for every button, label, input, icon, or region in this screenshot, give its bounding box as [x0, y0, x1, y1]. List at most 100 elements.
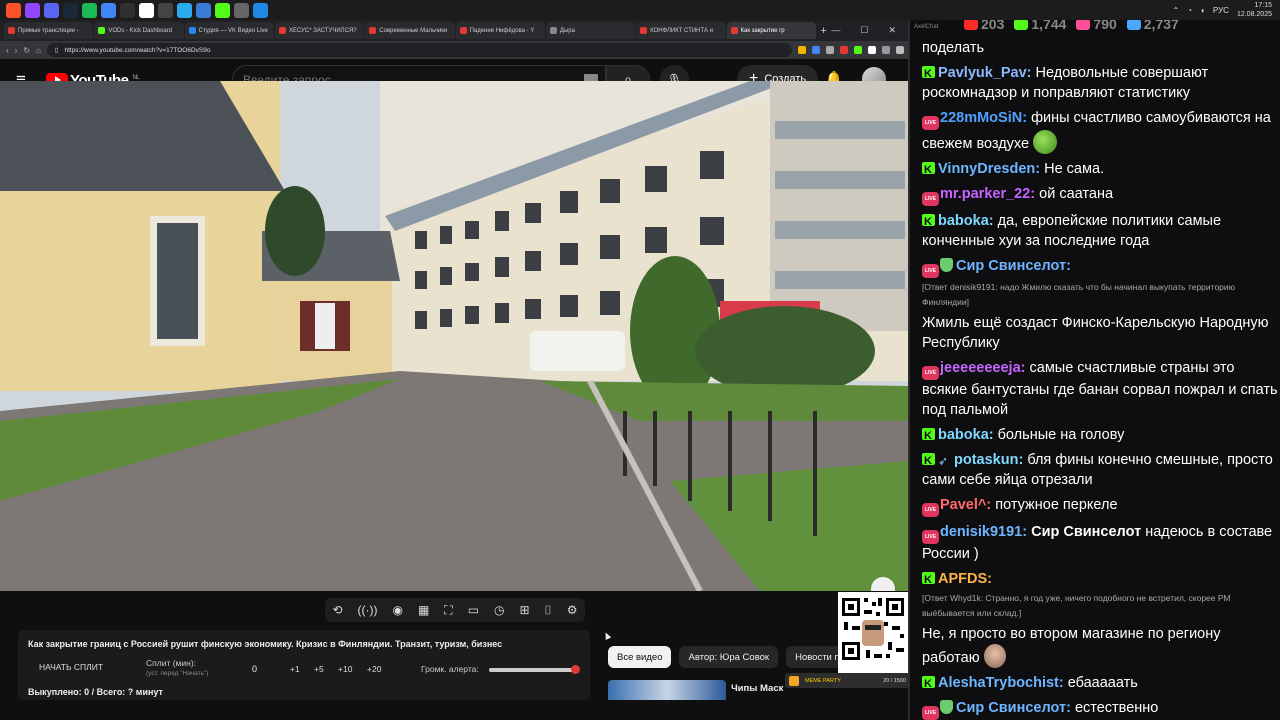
increment-button[interactable]: +5 — [314, 664, 324, 674]
chat-message-text: естественно — [1074, 700, 1159, 716]
chat-message-text: Жмиль ещё создаст Финско-Карельскую Наро… — [922, 315, 1269, 351]
increment-button[interactable]: +20 — [367, 664, 381, 674]
chat-username[interactable]: baboka: — [938, 213, 994, 229]
extension-icon[interactable] — [812, 46, 820, 54]
chat-username[interactable]: denisik9191: — [940, 524, 1027, 540]
chat-username[interactable]: potaskun: — [954, 452, 1023, 468]
telegram-icon[interactable] — [177, 2, 192, 18]
audio-icon[interactable]: ((·)) — [358, 603, 378, 617]
chat-message-text: Не, я просто во втором магазине по регио… — [922, 626, 1221, 666]
browser-tab[interactable]: ХЕСУС* ЗАСТУЧИЛСЯ? — [274, 22, 365, 39]
new-tab-button[interactable]: + — [817, 25, 831, 37]
kick-icon[interactable] — [215, 2, 230, 18]
tab-label: Дыра — [559, 27, 575, 34]
twitch-icon[interactable] — [25, 2, 40, 18]
browser-tab[interactable]: КОНФЛИКТ СТИНТА и — [636, 22, 726, 39]
chat-username[interactable]: AleshaTrybochist: — [938, 675, 1064, 691]
chat-message: AleshaTrybochist: ебааааать — [922, 673, 1278, 694]
tab-label: Как закрытие гр — [740, 27, 785, 34]
extension-icon[interactable] — [826, 46, 834, 54]
tab-label: Студия — VK Видео Live — [198, 27, 268, 34]
tray-language[interactable]: РУС — [1213, 6, 1229, 15]
recommended-title[interactable]: Чипы Маск — [731, 683, 783, 694]
chat-username[interactable]: APFDS: — [938, 571, 992, 587]
recommended-thumbnail[interactable] — [608, 680, 726, 700]
screenshot-icon[interactable]: ⌷ — [545, 603, 552, 618]
kick-badge-icon — [922, 160, 935, 180]
back-icon[interactable]: ‹ — [6, 46, 9, 55]
media-icon[interactable] — [196, 2, 211, 18]
start-split-button[interactable]: НАЧАТЬ СПЛИТ — [28, 662, 114, 676]
maximize-icon[interactable]: ☐ — [860, 25, 868, 36]
chat-username[interactable]: 228mMoSiN: — [940, 110, 1027, 126]
chat-message-text: потужное перкеле — [995, 497, 1118, 513]
extension-icon[interactable] — [840, 46, 848, 54]
browser-tab[interactable]: Как закрытие гр — [726, 22, 816, 39]
extension-icon[interactable] — [798, 46, 806, 54]
chat-messages: поделать Pavlyuk_Pav: Недовольные соверша… — [922, 38, 1278, 720]
chip-author[interactable]: Автор: Юра Совок — [679, 646, 779, 668]
chat-username[interactable]: Pavel^: — [940, 497, 991, 513]
add-icon[interactable]: ⊞ — [519, 603, 529, 617]
forward-icon[interactable]: › — [15, 46, 18, 55]
browser-tab[interactable]: VODs - Kick Dashboard — [94, 22, 184, 39]
clock[interactable]: 17:15 12.08.2025 — [1237, 1, 1272, 19]
extension-icon[interactable] — [896, 46, 904, 54]
increment-button[interactable]: +10 — [338, 664, 352, 674]
discord-icon[interactable] — [44, 2, 59, 18]
chat-message: Pavlyuk_Pav: Недовольные совершают роско… — [922, 63, 1278, 103]
viewer-stat: 2,737 — [1126, 20, 1179, 32]
tab-favicon-icon — [278, 27, 286, 34]
app-icon[interactable] — [158, 2, 173, 18]
steam-icon[interactable] — [63, 2, 78, 18]
settings-icon[interactable]: ⚙ — [567, 603, 578, 617]
chat-username[interactable]: VinnyDresden: — [938, 161, 1040, 177]
browser-tab[interactable]: Студия — VK Видео Live — [184, 22, 274, 39]
tab-favicon-icon — [188, 27, 196, 34]
chevron-up-icon[interactable]: ⌃ — [1173, 6, 1180, 15]
chat-username[interactable]: mr.parker_22: — [940, 186, 1035, 202]
browser-tab[interactable]: Дыра — [545, 22, 636, 39]
browser-tab[interactable]: Современные Мальчики — [365, 22, 455, 39]
wifi-icon[interactable]: ◔ — [1187, 6, 1192, 15]
home-icon[interactable]: ⌂ — [36, 46, 41, 55]
increment-button[interactable]: +1 — [290, 664, 300, 674]
address-bar-row: ‹ › ↻ ⌂ ▯ https://www.youtube.com/watch?… — [0, 41, 910, 59]
obs-icon[interactable] — [120, 2, 135, 18]
browser-tab[interactable]: Падение Нифёдова - Y — [455, 22, 545, 39]
extension-icon[interactable] — [854, 46, 862, 54]
url-field[interactable]: ▯ https://www.youtube.com/watch?v=17TOO6… — [46, 43, 792, 57]
chat-reply-quote: [Ответ Whyd1k: Странно, я год уже, ничег… — [922, 593, 1231, 618]
chat-message: поделать — [922, 38, 1278, 58]
chat-username[interactable]: baboka: — [938, 427, 994, 443]
chat-username[interactable]: Сир Свинселот: — [956, 700, 1071, 716]
reload-icon[interactable]: ↻ — [23, 46, 30, 55]
extension-icon[interactable] — [882, 46, 890, 54]
chip-all-videos[interactable]: Все видео — [608, 646, 672, 668]
spotify-icon[interactable] — [82, 2, 97, 18]
network-icon[interactable] — [253, 2, 268, 18]
loop-icon[interactable]: ⟲ — [332, 603, 342, 617]
browser-tab[interactable]: Прямые трансляции - — [4, 22, 94, 39]
alert-volume-slider[interactable] — [489, 668, 576, 672]
close-icon[interactable]: ✕ — [888, 25, 896, 36]
cinema-icon[interactable]: ▭ — [468, 603, 479, 617]
eye-icon[interactable]: ◉ — [393, 603, 403, 617]
alert-volume-knob[interactable] — [571, 665, 580, 674]
bookmark-icon[interactable]: ▯ — [55, 46, 59, 54]
chat-username[interactable]: Сир Свинселот: — [956, 258, 1071, 274]
speed-icon[interactable]: ◷ — [494, 603, 504, 617]
minimize-icon[interactable]: — — [831, 25, 840, 36]
game-icon[interactable] — [234, 2, 249, 18]
extension-icon[interactable] — [868, 46, 876, 54]
chrome-icon[interactable] — [101, 2, 116, 18]
capcut-icon[interactable] — [139, 2, 154, 18]
fullscreen-icon[interactable]: ⛶ — [444, 603, 452, 618]
kick-badge-icon — [922, 451, 935, 471]
video-player[interactable] — [0, 81, 908, 591]
film-icon[interactable]: ▦ — [418, 603, 429, 617]
volume-icon[interactable]: ◖ — [1200, 6, 1205, 15]
chat-username[interactable]: jeeeeeeeeja: — [940, 360, 1025, 376]
brave-icon[interactable] — [6, 2, 21, 18]
chat-username[interactable]: Pavlyuk_Pav: — [938, 65, 1032, 81]
